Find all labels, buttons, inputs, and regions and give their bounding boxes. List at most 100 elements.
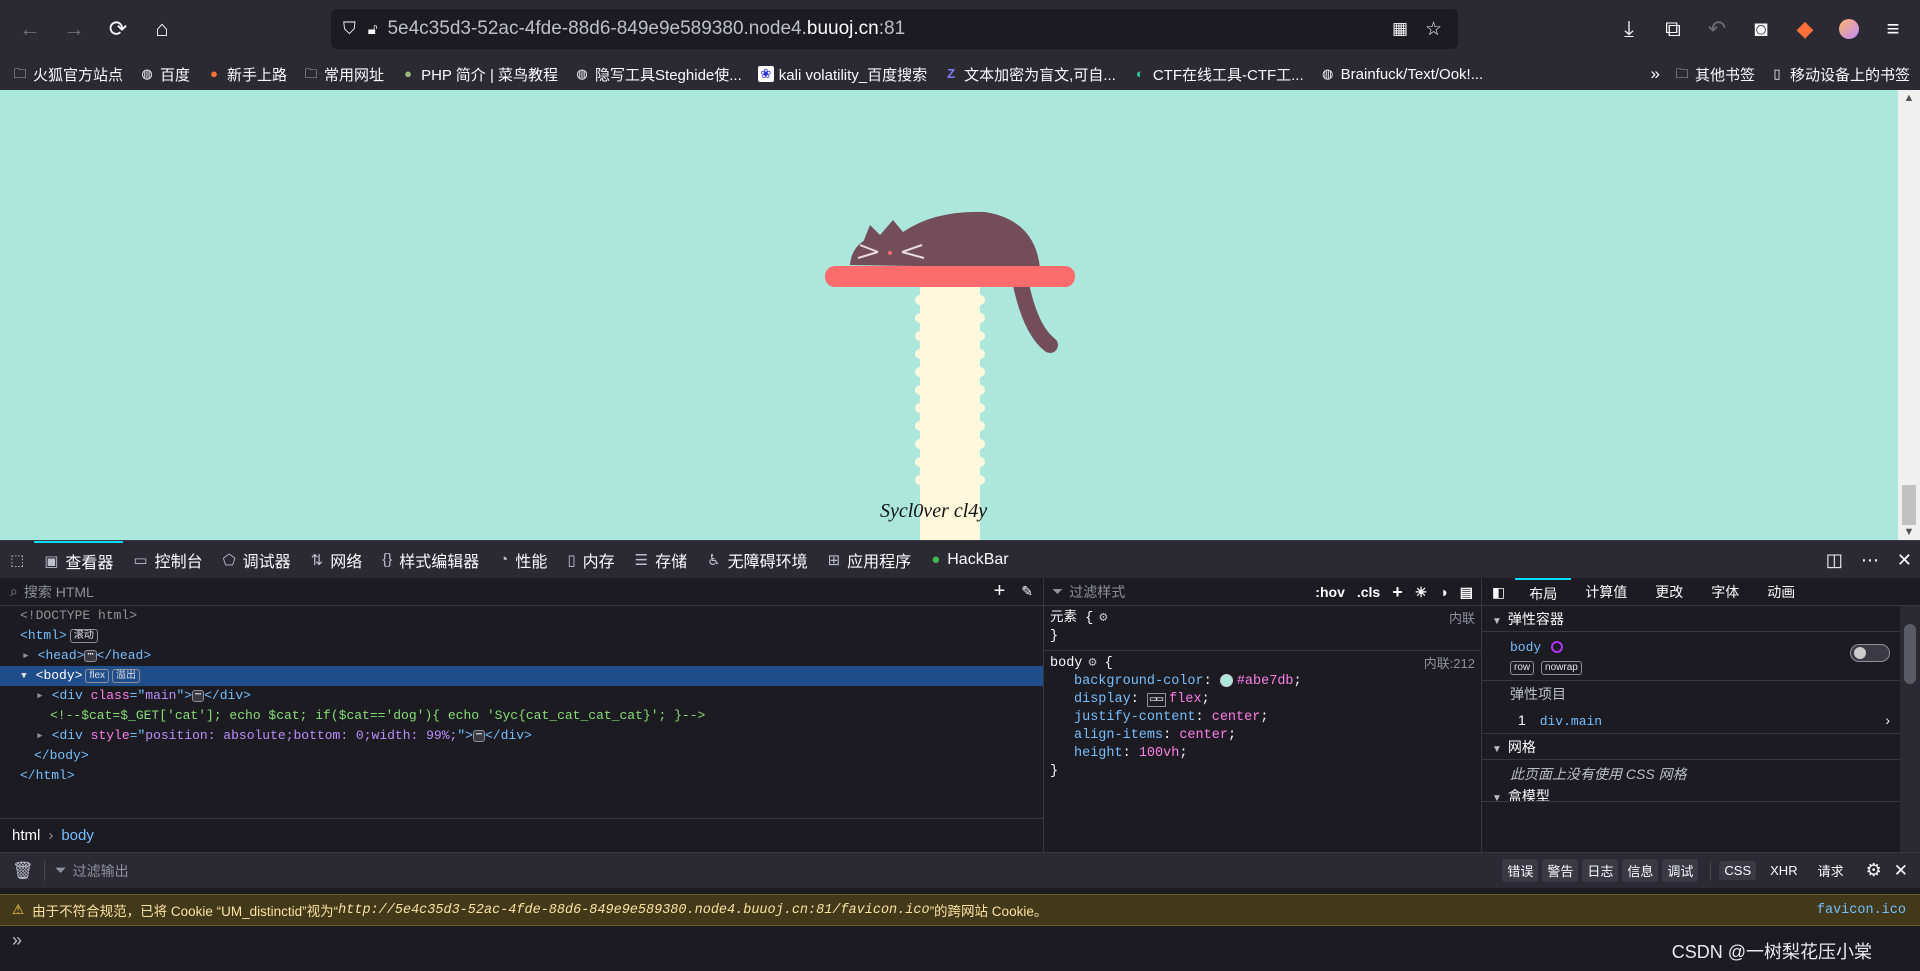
tab-fonts[interactable]: 字体 — [1697, 578, 1753, 606]
bookmark-item[interactable]: Z 文本加密为盲文,可自... — [943, 64, 1116, 85]
more-options-icon[interactable]: ⋯ — [1861, 550, 1879, 571]
console-settings-gear-icon[interactable]: ⚙ — [1866, 860, 1882, 881]
css-declaration[interactable]: justify-content: center; — [1044, 709, 1481, 727]
expand-arrow-icon[interactable]: ▸ — [22, 648, 38, 663]
tab-inspector[interactable]: ▣ 查看器 — [34, 540, 124, 579]
bookmark-item[interactable]: ◐ CTF在线工具-CTF工... — [1132, 64, 1304, 85]
gear-icon[interactable]: ⚙ — [1088, 656, 1096, 671]
filter-info[interactable]: 信息 — [1622, 859, 1659, 882]
tree-node-div-main[interactable]: ▸ <div class="main"> ⋯ </div> — [0, 686, 1043, 706]
flex-badge[interactable]: flex — [85, 668, 110, 683]
bookmark-item[interactable]: 🗀︎ 常用网址 — [303, 64, 385, 85]
tab-memory[interactable]: ▯ 内存 — [557, 541, 624, 579]
flexbox-highlight-toggle[interactable] — [1850, 644, 1890, 662]
filter-debug[interactable]: 调试 — [1662, 859, 1699, 882]
tree-node-body-close[interactable]: </body> — [0, 746, 1043, 766]
other-bookmarks[interactable]: 🗀︎ 其他书签 — [1674, 64, 1755, 85]
bookmark-item[interactable]: ❀ kali volatility_百度搜索 — [757, 64, 927, 85]
bookmark-item[interactable]: ◍ 隐写工具Steghide使... — [574, 64, 741, 85]
html-search-input[interactable]: 搜索 HTML — [24, 582, 994, 602]
tree-node-comment[interactable]: <!--$cat=$_GET['cat']; echo $cat; if($ca… — [0, 706, 1043, 726]
tab-computed[interactable]: 计算值 — [1571, 578, 1641, 606]
collapsed-ellipsis[interactable]: ⋯ — [472, 729, 485, 742]
dock-side-icon[interactable]: ◫ — [1826, 550, 1843, 571]
forward-button[interactable]: → — [52, 7, 96, 51]
filter-warnings[interactable]: 警告 — [1542, 859, 1579, 882]
qr-code-icon[interactable]: ▦ — [1392, 19, 1408, 39]
tab-application[interactable]: ⊞ 应用程序 — [818, 541, 922, 579]
toggle-sidebar-icon[interactable]: ◧ — [1482, 578, 1515, 606]
tab-animations[interactable]: 动画 — [1753, 578, 1809, 606]
console-input-prompt-icon[interactable]: » — [12, 930, 22, 951]
close-console-icon[interactable]: ✕ — [1894, 861, 1908, 881]
download-icon[interactable]: ⤓ — [1610, 7, 1648, 51]
extension-fox-icon[interactable]: ◆ — [1786, 7, 1824, 51]
expand-arrow-icon[interactable]: ▸ — [36, 688, 52, 703]
css-declaration[interactable]: align-items: center; — [1044, 727, 1481, 745]
tree-node-div-footer[interactable]: ▸ <div style="position: absolute;bottom:… — [0, 726, 1043, 746]
collapsed-ellipsis[interactable]: ⋯ — [192, 689, 205, 702]
tab-network[interactable]: ⇅ 网络 — [301, 541, 373, 579]
prop-name[interactable]: background-color — [1074, 674, 1204, 689]
tab-debugger[interactable]: ⬠ 调试器 — [213, 541, 301, 579]
scrollbar-thumb[interactable] — [1902, 485, 1916, 525]
home-button[interactable]: ⌂ — [140, 7, 184, 51]
flex-item-row[interactable]: 1 div.main › — [1482, 706, 1920, 734]
filter-css[interactable]: CSS — [1719, 861, 1757, 880]
prop-name[interactable]: height — [1074, 746, 1123, 761]
grid-header[interactable]: ▼ 网格 — [1482, 734, 1920, 760]
chevron-more-icon[interactable]: » — [1651, 64, 1660, 84]
bookmark-item[interactable]: ◍ 百度 — [139, 64, 190, 85]
console-filter-input[interactable]: 过滤输出 — [73, 861, 1503, 881]
flex-container-header[interactable]: ▼ 弹性容器 — [1482, 606, 1920, 632]
reader-glasses-icon[interactable]: ◙ — [1742, 7, 1780, 51]
screenshot-crop-icon[interactable]: ⧉ — [1654, 7, 1692, 51]
prop-value[interactable]: center — [1212, 710, 1261, 725]
bookmark-item[interactable]: ◍ Brainfuck/Text/Ook!... — [1320, 66, 1483, 83]
trash-icon[interactable]: 🗑︎ — [12, 861, 34, 881]
url-bar[interactable]: ⛉ 🔓︎ 5e4c35d3-52ac-4fde-88d6-849e9e58938… — [331, 9, 1458, 49]
chevron-right-icon[interactable]: › — [1885, 706, 1890, 734]
css-declaration[interactable]: display: ▭▭ flex; — [1044, 691, 1481, 709]
prop-value[interactable]: flex — [1169, 692, 1201, 707]
reload-button[interactable]: ⟳ — [96, 7, 140, 51]
prop-name[interactable]: align-items — [1074, 728, 1163, 743]
tab-layout[interactable]: 布局 — [1515, 577, 1572, 606]
highlight-color-icon[interactable] — [1551, 641, 1564, 654]
flex-element[interactable]: body — [1510, 640, 1541, 655]
bookmark-item[interactable]: 🗀︎ 火狐官方站点 — [12, 64, 123, 85]
insecure-lock-icon[interactable]: 🔓︎ — [368, 21, 378, 38]
element-picker-button[interactable]: ⬚ — [0, 541, 34, 579]
tree-node-head[interactable]: ▸ <head> ⋯ </head> — [0, 646, 1043, 666]
filter-xhr[interactable]: XHR — [1770, 863, 1797, 878]
tab-style-editor[interactable]: {} 样式编辑器 — [372, 541, 489, 579]
url-text[interactable]: 5e4c35d3-52ac-4fde-88d6-849e9e589380.nod… — [387, 18, 905, 40]
color-swatch[interactable] — [1219, 673, 1233, 687]
scroll-down-icon[interactable]: ▼ — [1898, 526, 1920, 538]
back-button[interactable]: ← — [8, 7, 52, 51]
prop-name[interactable]: justify-content — [1074, 710, 1196, 725]
cls-toggle[interactable]: .cls — [1357, 584, 1380, 600]
shield-icon[interactable]: ⛉ — [343, 19, 356, 39]
prop-value[interactable]: 100vh — [1139, 746, 1180, 761]
prop-name[interactable]: display — [1074, 692, 1131, 707]
overflow-badge[interactable]: 溢出 — [112, 668, 141, 683]
filter-logs[interactable]: 日志 — [1582, 859, 1619, 882]
collapse-arrow-icon[interactable]: ▾ — [20, 668, 36, 683]
undo-icon[interactable]: ↶ — [1698, 7, 1736, 51]
eyedropper-icon[interactable]: ✎ — [1021, 583, 1033, 600]
tree-node-doctype[interactable]: <!DOCTYPE html> — [0, 606, 1043, 626]
tree-node-html[interactable]: <html> 滚动 — [0, 626, 1043, 646]
scroll-up-icon[interactable]: ▲ — [1898, 92, 1920, 104]
tab-console[interactable]: ▭ 控制台 — [123, 541, 212, 579]
tree-node-body[interactable]: ▾ <body> flex 溢出 — [0, 666, 1043, 686]
bookmark-item[interactable]: ● 新手上路 — [206, 64, 287, 85]
account-avatar-icon[interactable] — [1830, 7, 1868, 51]
filter-requests[interactable]: 请求 — [1818, 861, 1844, 880]
tab-storage[interactable]: ☰ 存储 — [625, 541, 697, 579]
page-scrollbar[interactable]: ▲ ▼ — [1898, 90, 1920, 540]
css-declaration[interactable]: background-color: #abe7db; — [1044, 673, 1481, 691]
scrollbar-thumb[interactable] — [1904, 624, 1916, 684]
breadcrumb-item[interactable]: html — [12, 827, 40, 844]
prop-value[interactable]: center — [1179, 728, 1228, 743]
